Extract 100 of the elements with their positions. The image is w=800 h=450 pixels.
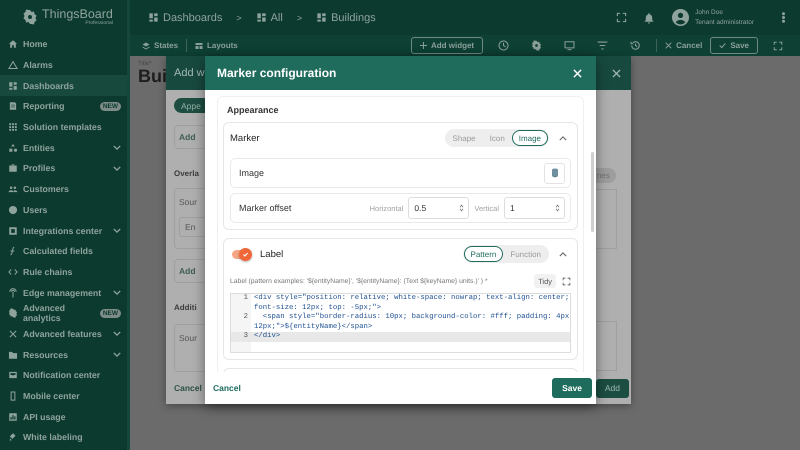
gear-logo-icon [22, 9, 38, 25]
breadcrumb-separator: > [296, 12, 302, 22]
document-icon [8, 101, 18, 112]
save-button[interactable]: Save [552, 378, 592, 398]
sidebar-item[interactable]: API usage [0, 406, 127, 428]
dots-grid-icon [8, 122, 18, 132]
more-vertical-icon[interactable] [782, 12, 785, 23]
code-brackets-icon [8, 266, 18, 277]
number-field[interactable]: 0.5 [408, 197, 470, 219]
scrollbar-thumb[interactable] [591, 152, 594, 232]
section-heading: Overla [174, 168, 200, 178]
grid-icon [8, 80, 18, 91]
dashboard-title: Bui [138, 67, 167, 87]
tab[interactable]: Appe [174, 98, 205, 114]
dialog-title: Add w [174, 67, 205, 79]
states-button[interactable]: States [142, 41, 178, 50]
warning-icon [8, 60, 18, 70]
toggle-option[interactable]: Shape [446, 130, 483, 146]
sidebar-item[interactable]: Mobile center [0, 386, 127, 406]
sidebar-item[interactable]: Customers [0, 178, 127, 200]
home-icon [8, 39, 18, 50]
panel-title: Label [260, 248, 284, 260]
sidebar-item[interactable]: Home [0, 34, 127, 55]
row-label: Image [239, 168, 264, 178]
app-name: ThingsBoard [42, 8, 113, 21]
bell-icon[interactable] [643, 12, 656, 24]
section-heading: Additi [174, 302, 198, 312]
toggle-option[interactable]: Pattern [464, 246, 504, 262]
add-widget-button[interactable]: Add widget [410, 37, 484, 54]
avatar-icon[interactable] [672, 9, 690, 26]
sidebar-item[interactable]: Calculated fields [0, 240, 127, 262]
column-heading: Sour [179, 332, 197, 343]
sidebar-item[interactable]: Users [0, 200, 127, 220]
breadcrumb-separator: > [236, 12, 242, 22]
sidebar-item[interactable]: Entities [0, 137, 127, 158]
fullscreen-icon[interactable] [562, 276, 571, 286]
antenna-icon [8, 288, 18, 298]
layers-icon [142, 42, 150, 50]
briefcase-icon [8, 163, 18, 174]
sidebar-item[interactable]: Profiles [0, 158, 127, 179]
layouts-button[interactable]: Layouts [195, 41, 238, 50]
grid-icon [316, 12, 328, 23]
user-circle-icon [8, 204, 18, 215]
breadcrumb-link[interactable]: Buildings [316, 12, 376, 24]
grid-icon [256, 12, 267, 23]
column-heading: Sour [179, 196, 198, 207]
fullscreen-icon[interactable] [616, 12, 628, 23]
bar-chart-icon [8, 412, 18, 422]
close-icon[interactable] [612, 68, 621, 78]
cancel-button[interactable]: Cancel [665, 41, 702, 50]
image-picker-button[interactable] [544, 162, 565, 184]
sidebar-item[interactable]: Solution templates [0, 116, 127, 138]
toggle-switch[interactable] [232, 250, 250, 258]
cylinder-icon [552, 168, 558, 178]
sidebar-item[interactable]: Advanced features [0, 324, 127, 344]
people-icon [8, 184, 18, 194]
number-field[interactable]: 1 [504, 197, 565, 219]
layout-icon [195, 42, 204, 50]
sidebar-item[interactable]: Edge management [0, 282, 127, 303]
filter-icon[interactable] [597, 40, 608, 51]
fullscreen-icon[interactable] [773, 40, 783, 50]
sidebar-item[interactable]: Alarms [0, 54, 127, 76]
folder-icon [8, 350, 18, 360]
spinner-arrows-icon [555, 204, 560, 212]
check-icon [719, 42, 726, 49]
gear-icon [8, 308, 18, 318]
plus-icon [420, 42, 427, 49]
chevron-icon[interactable] [559, 136, 567, 140]
monitor-icon[interactable] [564, 40, 576, 51]
add-link[interactable]: Add [179, 266, 196, 276]
sidebar-item[interactable]: White labeling [0, 427, 127, 448]
breadcrumb-link[interactable]: All [256, 12, 283, 24]
save-button[interactable]: Save [710, 37, 758, 54]
grid-icon [148, 12, 159, 23]
add-link[interactable]: Add [179, 132, 196, 142]
sidebar-item[interactable]: Resources [0, 344, 127, 365]
sidebar-item[interactable]: Dashboards [0, 75, 127, 96]
spinner-arrows-icon [459, 204, 464, 212]
settings-icon[interactable] [531, 40, 542, 51]
sidebar-item[interactable]: Rule chains [0, 262, 127, 282]
add-button[interactable]: Add [596, 378, 629, 398]
phone-icon [8, 391, 18, 402]
tray-icon [8, 370, 18, 380]
breadcrumb-link[interactable]: Dashboards [148, 12, 222, 24]
close-icon [665, 42, 672, 49]
row-label: Marker offset [239, 203, 292, 213]
cancel-button[interactable]: Cancel [174, 383, 202, 393]
history-icon[interactable] [630, 40, 642, 51]
toggle-option[interactable]: Function [503, 246, 548, 262]
shapes-icon [8, 142, 18, 153]
cancel-button[interactable]: Cancel [213, 383, 241, 393]
check-icon [242, 250, 249, 258]
chevron-icon[interactable] [559, 252, 567, 256]
sidebar-item[interactable]: Integrations center [0, 220, 127, 241]
brush-icon [8, 432, 18, 442]
code-editor[interactable] [230, 293, 571, 352]
toggle-option[interactable]: Image [512, 130, 548, 146]
clock-icon[interactable] [498, 40, 510, 51]
sidebar-item[interactable]: Notification center [0, 365, 127, 386]
toggle-option[interactable]: Icon [482, 130, 512, 146]
